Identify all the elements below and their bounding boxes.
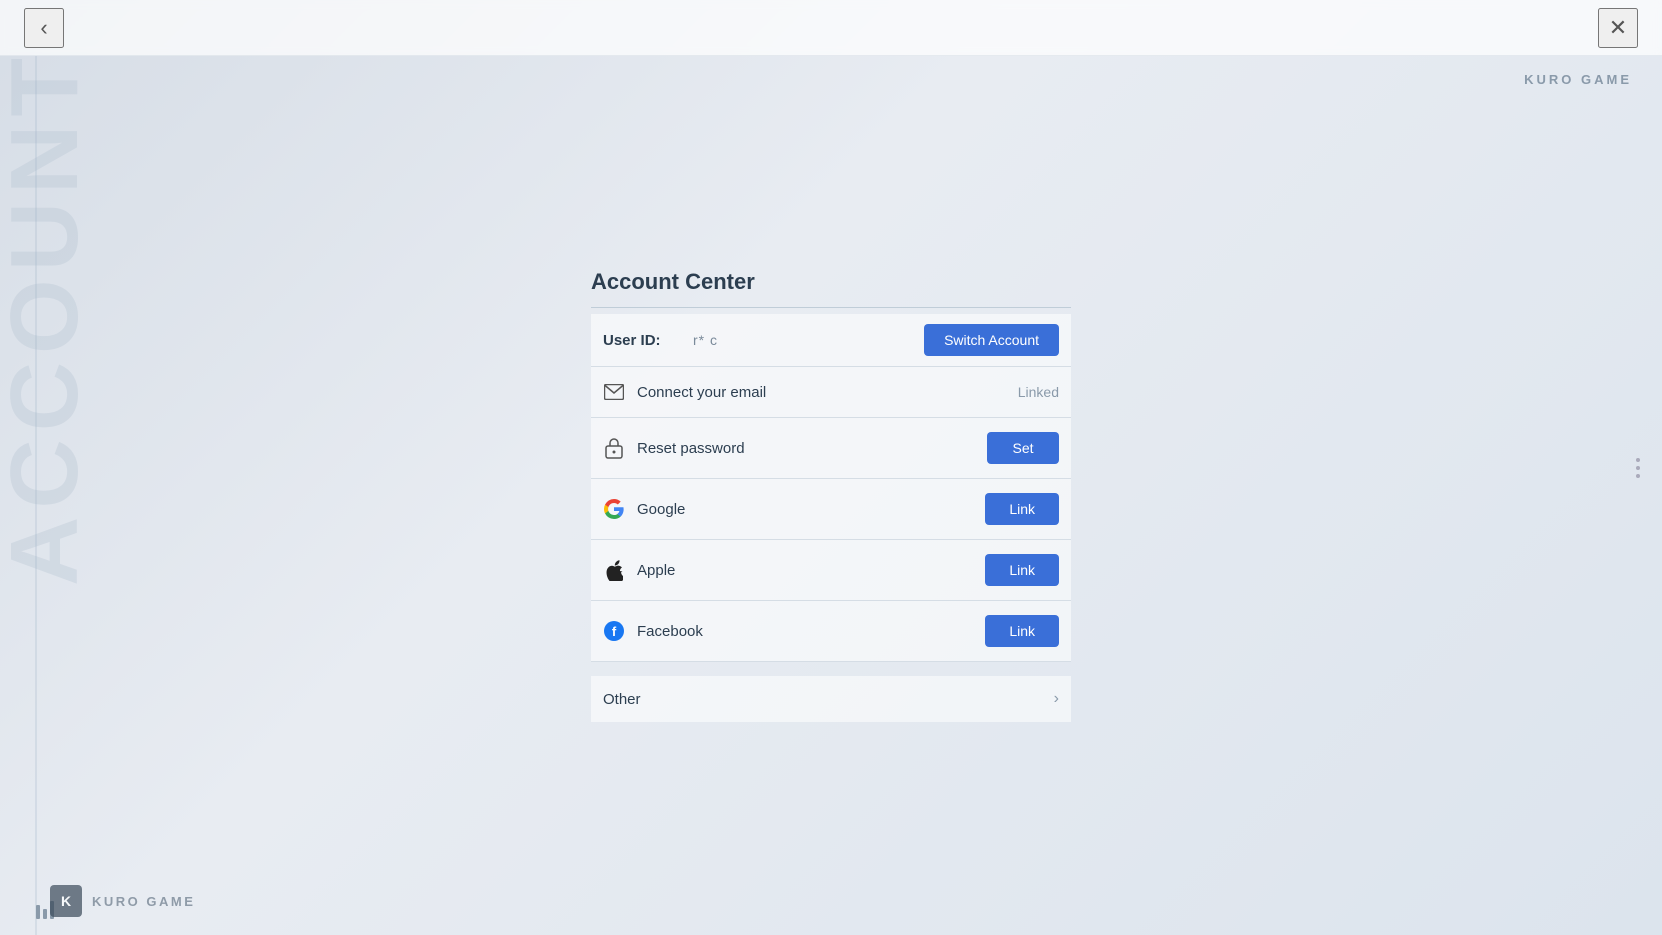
- bottom-brand-icon: K: [50, 885, 82, 917]
- user-id-value: r* c: [683, 332, 924, 348]
- other-row-label: Other: [603, 691, 641, 708]
- apple-row-left: Apple: [603, 559, 675, 581]
- bottom-brand-name: KURO GAME: [92, 894, 195, 909]
- close-button[interactable]: ✕: [1598, 8, 1638, 48]
- lock-icon: [603, 437, 625, 459]
- google-row-left: Google: [603, 498, 685, 520]
- facebook-row-left: f Facebook: [603, 620, 703, 642]
- facebook-row-label: Facebook: [637, 623, 703, 640]
- email-row-left: Connect your email: [603, 381, 766, 403]
- email-icon: [603, 381, 625, 403]
- password-row-left: Reset password: [603, 437, 745, 459]
- password-row: Reset password Set: [591, 418, 1071, 479]
- google-icon: [603, 498, 625, 520]
- google-row: Google Link: [591, 479, 1071, 540]
- switch-account-button[interactable]: Switch Account: [924, 324, 1059, 356]
- link-apple-button[interactable]: Link: [985, 554, 1059, 586]
- google-row-label: Google: [637, 501, 685, 518]
- link-facebook-button[interactable]: Link: [985, 615, 1059, 647]
- account-center-title: Account Center: [591, 269, 1071, 308]
- chevron-right-icon: ›: [1054, 690, 1059, 708]
- password-row-label: Reset password: [637, 440, 745, 457]
- other-row[interactable]: Other ›: [591, 676, 1071, 722]
- email-row: Connect your email Linked: [591, 367, 1071, 418]
- apple-row-label: Apple: [637, 562, 675, 579]
- topbar: ‹ ✕: [0, 0, 1662, 56]
- back-button[interactable]: ‹: [24, 8, 64, 48]
- set-password-button[interactable]: Set: [987, 432, 1059, 464]
- account-card: Account Center User ID: r* c Switch Acco…: [591, 269, 1071, 722]
- apple-row: Apple Link: [591, 540, 1071, 601]
- facebook-icon: f: [603, 620, 625, 642]
- user-id-row: User ID: r* c Switch Account: [591, 314, 1071, 367]
- bottom-brand: K KURO GAME: [50, 885, 195, 917]
- apple-icon: [603, 559, 625, 581]
- email-status: Linked: [1018, 384, 1059, 400]
- email-row-label: Connect your email: [637, 384, 766, 401]
- link-google-button[interactable]: Link: [985, 493, 1059, 525]
- facebook-row: f Facebook Link: [591, 601, 1071, 662]
- main-content: Account Center User ID: r* c Switch Acco…: [0, 56, 1662, 935]
- user-id-label: User ID:: [603, 332, 683, 349]
